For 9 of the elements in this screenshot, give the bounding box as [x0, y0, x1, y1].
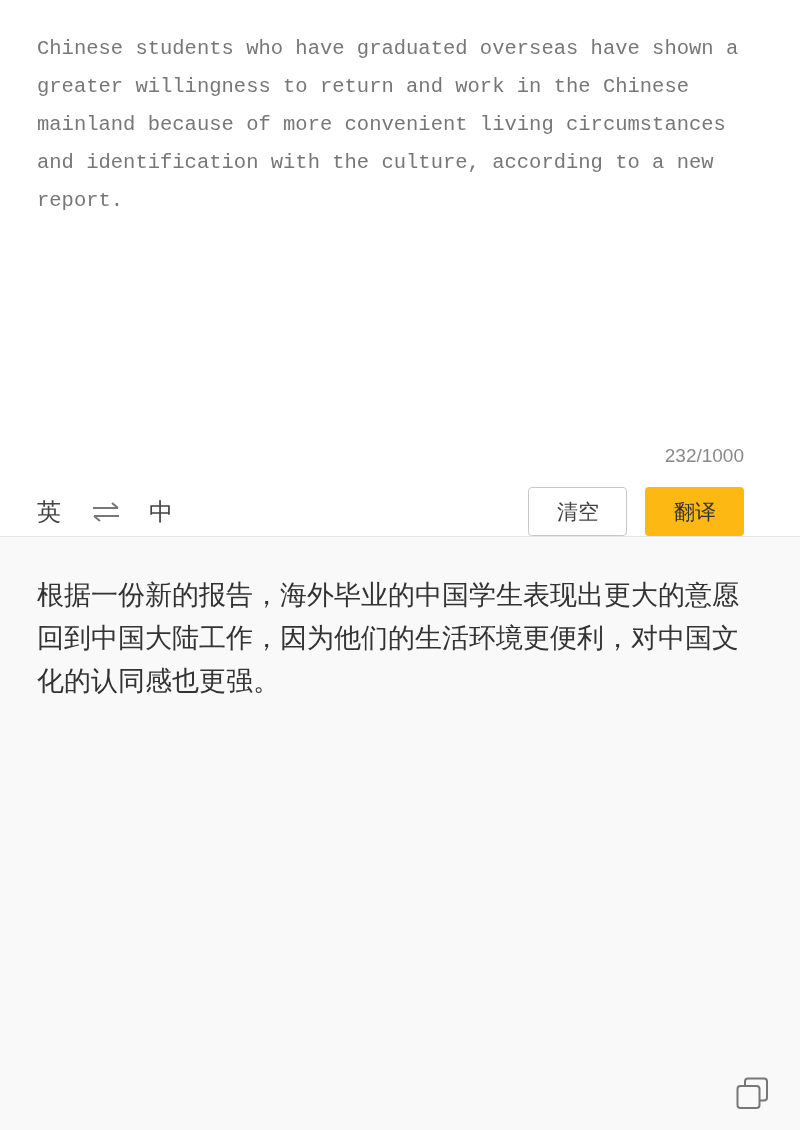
- source-text-field[interactable]: Chinese students who have graduated overseas have shown a greater willingness to return and work in the Chinese mainland because of more convenient living circumstances and identification with the culture, according to a new report.: [37, 30, 762, 227]
- swap-icon[interactable]: [91, 499, 121, 524]
- target-language[interactable]: 中: [149, 495, 173, 528]
- clear-button[interactable]: 清空: [528, 487, 627, 536]
- translate-button[interactable]: 翻译: [645, 487, 744, 536]
- character-counter: 232/1000: [664, 445, 744, 467]
- source-language[interactable]: 英: [37, 495, 61, 528]
- copy-icon[interactable]: [736, 1077, 769, 1110]
- translation-text: 根据一份新的报告，海外毕业的中国学生表现出更大的意愿回到中国大陆工作，因为他们的生活环境更便利，对中国文化的认同感也更强。: [37, 578, 740, 698]
